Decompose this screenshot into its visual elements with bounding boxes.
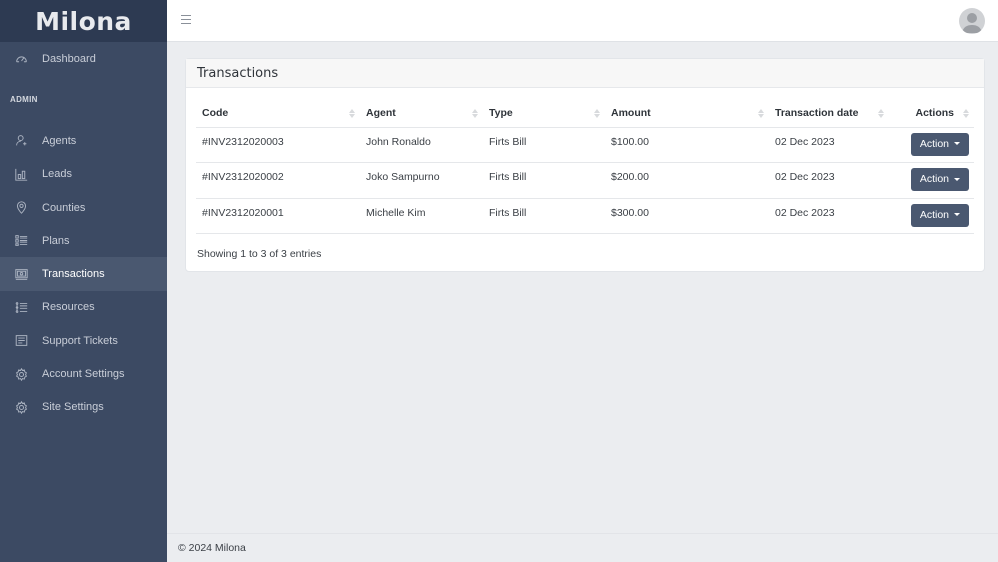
action-dropdown-button[interactable]: Action	[910, 132, 969, 156]
sidebar-item-label: Site Settings	[42, 401, 104, 414]
column-label: Transaction date	[775, 107, 859, 120]
user-plus-icon	[14, 134, 28, 148]
gear-icon	[14, 400, 28, 414]
action-label: Action	[919, 137, 949, 150]
cell-code: #INV2312020002	[196, 162, 360, 199]
cell-agent: John Ronaldo	[360, 127, 483, 163]
column-label: Type	[489, 107, 513, 120]
sidebar-item-resources[interactable]: Resources	[0, 291, 167, 324]
column-header-amount[interactable]: Amount	[605, 100, 769, 128]
cell-date: 02 Dec 2023	[769, 198, 889, 234]
action-label: Action	[919, 173, 949, 185]
column-label: Agent	[366, 107, 396, 120]
ticket-icon	[14, 334, 28, 348]
sidebar-item-label: Account Settings	[42, 368, 125, 381]
cell-date: 02 Dec 2023	[769, 127, 889, 163]
sidebar-item-label: Dashboard	[42, 52, 96, 65]
sidebar-item-plans[interactable]: Plans	[0, 224, 167, 257]
hamburger-icon[interactable]	[181, 15, 191, 25]
sort-icon[interactable]	[594, 109, 600, 119]
cell-type: Firts Bill	[483, 162, 605, 199]
sidebar-item-transactions[interactable]: Transactions	[0, 257, 167, 291]
action-dropdown-button[interactable]: Action	[910, 168, 969, 191]
sidebar-item-support-tickets[interactable]: Support Tickets	[0, 324, 167, 357]
column-header-actions[interactable]: Actions	[889, 100, 974, 128]
sidebar-item-label: Plans	[42, 234, 70, 247]
sidebar-item-label: Agents	[42, 134, 77, 147]
user-avatar-icon[interactable]	[959, 8, 985, 34]
sort-icon[interactable]	[878, 109, 884, 119]
table-row: #INV2312020001 Michelle Kim Firts Bill $…	[196, 198, 974, 234]
sidebar: Milona Dashboard ADMIN Agents Leads Coun…	[0, 0, 167, 562]
sidebar-item-label: Support Tickets	[42, 334, 118, 347]
table-header-row: Code Agent Type Amount Transaction date …	[196, 100, 974, 128]
column-header-type[interactable]: Type	[483, 100, 605, 128]
cell-date: 02 Dec 2023	[769, 162, 889, 199]
sidebar-section-admin: ADMIN	[10, 95, 38, 105]
cell-code: #INV2312020003	[196, 127, 360, 163]
cell-agent: Michelle Kim	[360, 198, 483, 234]
transactions-table: Code Agent Type Amount Transaction date …	[196, 100, 974, 234]
sidebar-item-label: Counties	[42, 201, 86, 214]
column-label: Code	[202, 107, 229, 120]
table-row: #INV2312020003 John Ronaldo Firts Bill $…	[196, 127, 974, 163]
map-pin-icon	[14, 201, 28, 215]
cell-amount: $100.00	[605, 127, 769, 163]
table-row: #INV2312020002 Joko Sampurno Firts Bill …	[196, 162, 974, 199]
footer: © 2024 Milona	[167, 533, 998, 562]
gear-icon	[14, 367, 28, 381]
sidebar-item-site-settings[interactable]: Site Settings	[0, 391, 167, 424]
cell-agent: Joko Sampurno	[360, 162, 483, 199]
transactions-card: Transactions Code Agent Type Amount Tran…	[185, 58, 985, 272]
cell-actions: Action	[889, 162, 974, 199]
sort-icon[interactable]	[349, 109, 355, 119]
money-icon	[14, 267, 28, 281]
cell-code: #INV2312020001	[196, 198, 360, 234]
list-check-icon	[14, 300, 28, 314]
cell-amount: $200.00	[605, 162, 769, 199]
cell-type: Firts Bill	[483, 127, 605, 163]
column-label: Amount	[611, 107, 651, 120]
column-header-agent[interactable]: Agent	[360, 100, 483, 128]
list-icon	[14, 234, 28, 248]
sidebar-item-label: Leads	[42, 168, 72, 181]
sidebar-item-dashboard[interactable]: Dashboard	[0, 42, 167, 75]
caret-down-icon	[954, 213, 960, 217]
action-dropdown-button[interactable]: Action	[910, 203, 969, 227]
bar-chart-icon	[14, 167, 28, 181]
brand-logo[interactable]: Milona	[0, 0, 167, 42]
cell-type: Firts Bill	[483, 198, 605, 234]
sort-icon[interactable]	[963, 109, 969, 119]
sidebar-item-label: Resources	[42, 301, 95, 314]
brand-name: Milona	[35, 6, 132, 36]
cell-actions: Action	[889, 127, 974, 163]
sidebar-item-leads[interactable]: Leads	[0, 158, 167, 191]
dashboard-gauge-icon	[14, 52, 28, 66]
topbar	[167, 0, 998, 42]
table-info: Showing 1 to 3 of 3 entries	[197, 248, 322, 260]
caret-down-icon	[954, 177, 960, 181]
column-label: Actions	[915, 107, 954, 120]
sort-icon[interactable]	[758, 109, 764, 119]
sort-icon[interactable]	[472, 109, 478, 119]
caret-down-icon	[954, 142, 960, 146]
cell-actions: Action	[889, 198, 974, 234]
column-header-code[interactable]: Code	[196, 100, 360, 128]
sidebar-item-account-settings[interactable]: Account Settings	[0, 357, 167, 390]
sidebar-item-label: Transactions	[42, 268, 105, 281]
action-label: Action	[919, 208, 949, 221]
card-title: Transactions	[186, 59, 984, 88]
sidebar-item-counties[interactable]: Counties	[0, 191, 167, 224]
column-header-transaction-date[interactable]: Transaction date	[769, 100, 889, 128]
cell-amount: $300.00	[605, 198, 769, 234]
sidebar-item-agents[interactable]: Agents	[0, 124, 167, 157]
